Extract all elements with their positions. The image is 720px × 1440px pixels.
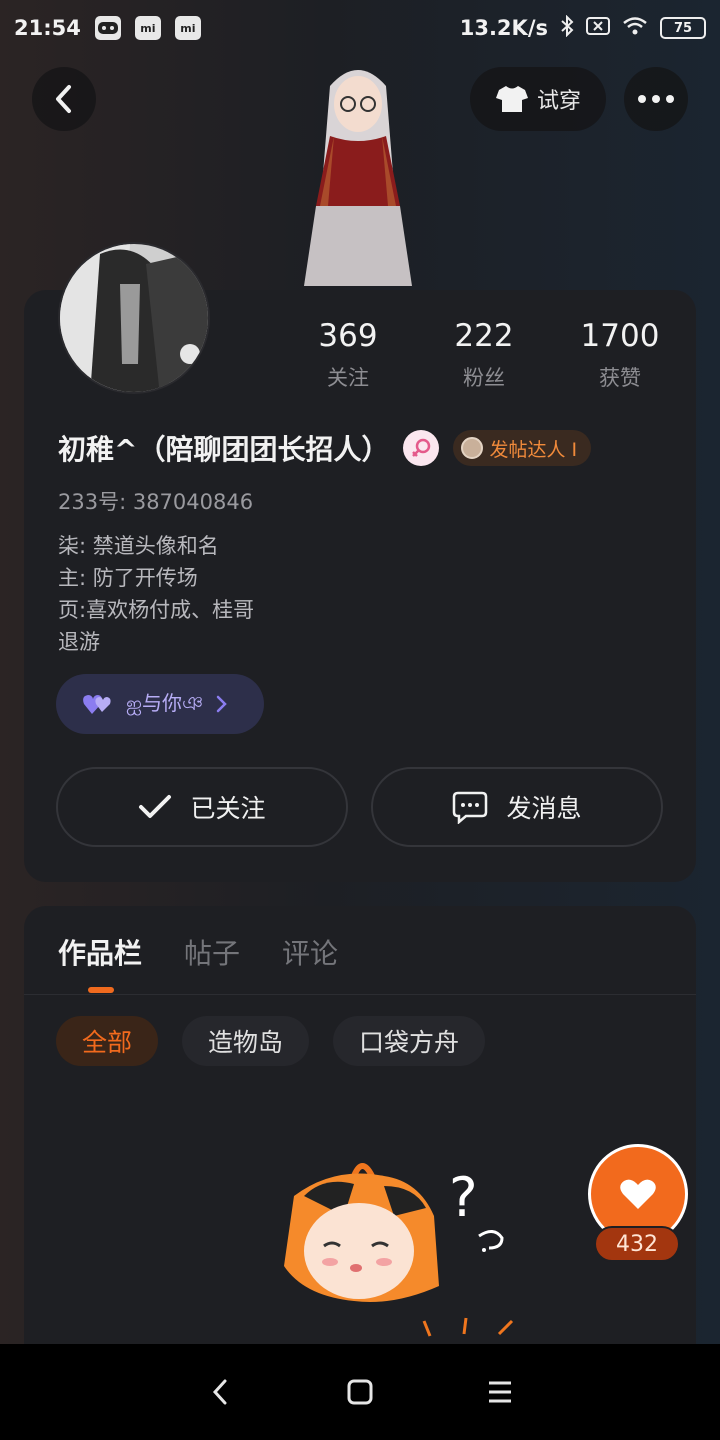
- chip-all[interactable]: 全部: [56, 1016, 159, 1066]
- svg-text:?: ?: [449, 1166, 478, 1229]
- stat-label: 获赞: [599, 366, 641, 390]
- more-dots-icon: [638, 95, 674, 103]
- heart-icon: [620, 1179, 656, 1209]
- more-button[interactable]: [624, 67, 688, 131]
- chip-creation-island[interactable]: 造物岛: [182, 1016, 310, 1066]
- user-id: 233号: 387040846: [58, 490, 254, 514]
- nav-back-icon: [212, 1379, 227, 1405]
- female-icon: [403, 430, 440, 466]
- nav-back-button[interactable]: [188, 1360, 252, 1424]
- avatar-3d-character[interactable]: [290, 56, 426, 292]
- chevron-left-icon: [56, 85, 71, 113]
- stat-likes[interactable]: 1700 获赞: [552, 318, 688, 392]
- bio-line: 主: 防了开传场: [58, 566, 198, 590]
- tshirt-icon: [495, 86, 528, 112]
- chip-pocket-ark[interactable]: 口袋方舟: [333, 1016, 486, 1066]
- works-tabs: 作品栏 帖子 评论: [58, 932, 338, 972]
- nav-home-icon: [347, 1379, 373, 1405]
- tab-works[interactable]: 作品栏: [58, 932, 142, 972]
- stat-label: 关注: [327, 366, 369, 390]
- avatar[interactable]: [58, 242, 210, 394]
- system-nav-bar: [0, 1344, 720, 1440]
- badge-avatar-icon: [461, 437, 484, 459]
- battery-icon: 75: [660, 17, 706, 39]
- stat-value: 369: [318, 318, 378, 354]
- tab-posts[interactable]: 帖子: [184, 932, 240, 972]
- ship-label: ஐ与你ঞ: [126, 690, 204, 715]
- status-bar: 21:54 mi mi 13.2K/s 75: [0, 0, 720, 56]
- send-message-label: 发消息: [506, 794, 582, 823]
- nickname: 初稚^（陪聊团团长招人）: [58, 433, 390, 466]
- nav-home-button[interactable]: [328, 1360, 392, 1424]
- ship-pill[interactable]: ஐ与你ঞ: [56, 674, 264, 734]
- poster-badge[interactable]: 发帖达人 I: [453, 430, 592, 466]
- no-sim-icon: [586, 16, 610, 41]
- nickname-row: 初稚^（陪聊团团长招人） 发帖达人 I: [58, 428, 592, 468]
- stat-label: 粉丝: [463, 366, 505, 390]
- like-count: 432: [594, 1226, 680, 1262]
- stat-following[interactable]: 369 关注: [280, 318, 416, 392]
- followed-button[interactable]: 已关注: [56, 767, 348, 847]
- network-speed: 13.2K/s: [459, 16, 548, 40]
- stats-row: 369 关注 222 粉丝 1700 获赞: [280, 318, 696, 392]
- nav-menu-button[interactable]: [468, 1360, 532, 1424]
- check-icon: [139, 795, 172, 818]
- tab-indicator: [88, 987, 114, 993]
- bio: 柒: 禁道头像和名 主: 防了开传场 页:喜欢杨付成、桂哥 退游: [58, 530, 254, 658]
- bio-line: 柒: 禁道头像和名: [58, 534, 219, 558]
- bio-line: 页:喜欢杨付成、桂哥: [58, 598, 255, 622]
- tabs-divider: [24, 994, 696, 995]
- try-on-button[interactable]: 试穿: [470, 67, 606, 131]
- tab-comments[interactable]: 评论: [282, 932, 338, 972]
- nav-menu-icon: [489, 1381, 511, 1403]
- poster-badge-label: 发帖达人 I: [489, 438, 578, 461]
- send-message-button[interactable]: 发消息: [371, 767, 663, 847]
- game-icon: [94, 16, 121, 40]
- stat-value: 1700: [580, 318, 660, 354]
- bio-line: 退游: [58, 630, 100, 654]
- followed-label: 已关注: [190, 794, 266, 823]
- double-heart-icon: [83, 695, 111, 714]
- clock: 21:54: [14, 16, 81, 40]
- try-on-label: 试穿: [536, 89, 581, 114]
- back-button[interactable]: [32, 67, 96, 131]
- stat-value: 222: [454, 318, 514, 354]
- stat-followers[interactable]: 222 粉丝: [416, 318, 552, 392]
- works-section: 作品栏 帖子 评论 全部 造物岛 口袋方舟 ?: [24, 906, 696, 1386]
- empty-state-mascot: ?: [284, 1163, 514, 1337]
- chevron-right-icon: [216, 695, 227, 713]
- wifi-icon: [622, 16, 648, 41]
- bluetooth-icon: [560, 14, 574, 42]
- mi-icon: mi: [174, 16, 201, 40]
- filter-chips: 全部 造物岛 口袋方舟: [56, 1016, 486, 1066]
- mi-icon: mi: [134, 16, 161, 40]
- chat-bubble-icon: [453, 791, 488, 824]
